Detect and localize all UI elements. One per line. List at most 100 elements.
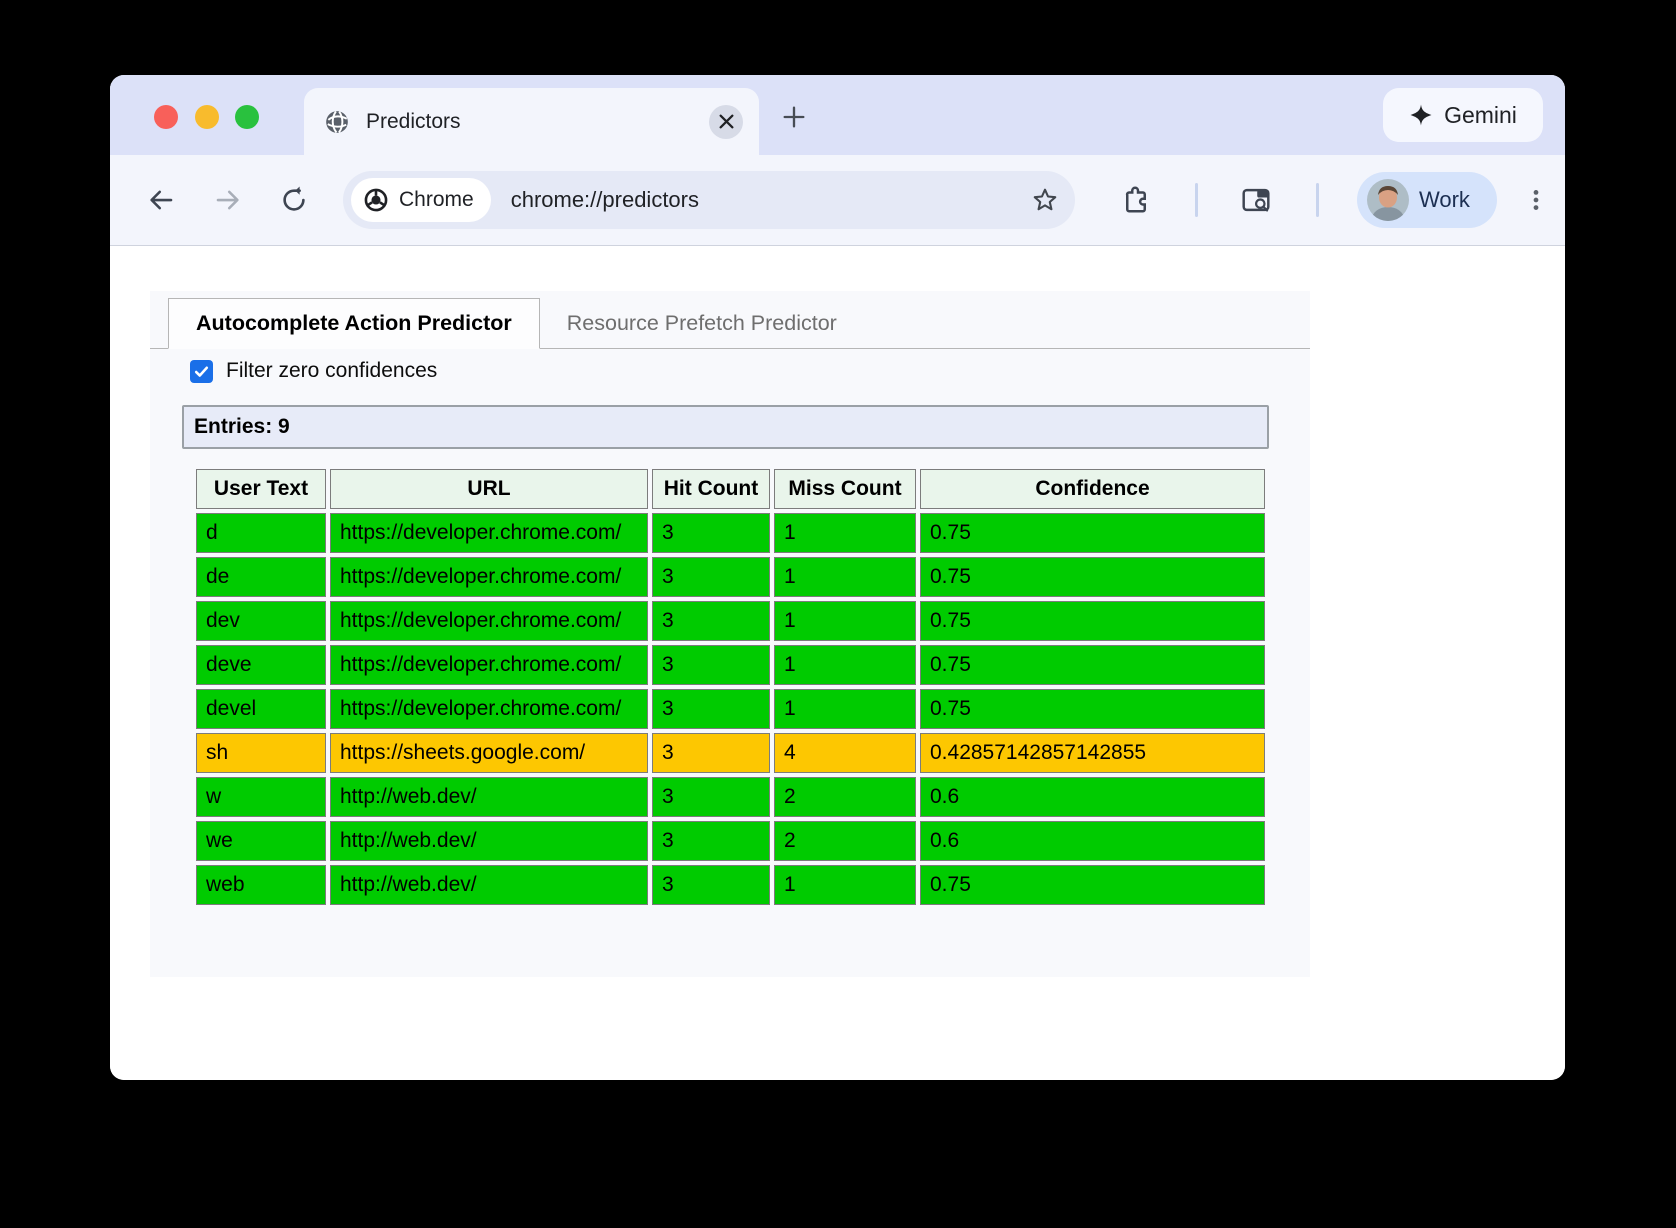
cell-user_text: devel	[196, 689, 326, 729]
cell-confidence: 0.75	[920, 557, 1265, 597]
tab-search-button[interactable]	[1240, 185, 1272, 215]
toolbar-divider	[1195, 183, 1198, 217]
new-tab-button[interactable]	[778, 101, 810, 133]
reload-button[interactable]	[277, 185, 311, 215]
cell-miss: 1	[774, 557, 916, 597]
cell-hit: 3	[652, 689, 770, 729]
cell-hit: 3	[652, 865, 770, 905]
extensions-puzzle-icon	[1121, 185, 1151, 215]
reload-icon	[279, 185, 309, 215]
cell-url: http://web.dev/	[330, 777, 648, 817]
filter-zero-confidences-checkbox[interactable]	[190, 360, 213, 383]
gemini-button[interactable]: Gemini	[1383, 88, 1543, 142]
avatar	[1367, 179, 1409, 221]
cell-user_text: w	[196, 777, 326, 817]
column-header: Hit Count	[652, 469, 770, 509]
cell-confidence: 0.75	[920, 645, 1265, 685]
tab-title: Predictors	[366, 110, 709, 134]
cell-hit: 3	[652, 557, 770, 597]
tab-strip: Predictors Gemini	[110, 75, 1565, 155]
page-content: Autocomplete Action Predictor Resource P…	[110, 246, 1565, 1080]
cell-miss: 1	[774, 513, 916, 553]
cell-confidence: 0.6	[920, 821, 1265, 861]
table-row: wehttp://web.dev/320.6	[196, 821, 1265, 861]
predictor-table: User TextURLHit CountMiss CountConfidenc…	[192, 465, 1269, 909]
filter-row: Filter zero confidences	[190, 359, 1310, 383]
plus-icon	[780, 103, 808, 131]
cell-miss: 2	[774, 777, 916, 817]
cell-miss: 1	[774, 865, 916, 905]
tab-resource-prefetch-predictor[interactable]: Resource Prefetch Predictor	[540, 299, 864, 348]
cell-miss: 4	[774, 733, 916, 773]
cell-confidence: 0.75	[920, 865, 1265, 905]
cell-hit: 3	[652, 645, 770, 685]
profile-label: Work	[1419, 187, 1470, 213]
cell-url: https://developer.chrome.com/	[330, 645, 648, 685]
url-text[interactable]: chrome://predictors	[511, 187, 1031, 213]
bookmark-button[interactable]	[1031, 186, 1059, 214]
cell-miss: 1	[774, 689, 916, 729]
column-header: User Text	[196, 469, 326, 509]
cell-user_text: dev	[196, 601, 326, 641]
cell-hit: 3	[652, 821, 770, 861]
table-header-row: User TextURLHit CountMiss CountConfidenc…	[196, 469, 1265, 509]
cell-url: https://developer.chrome.com/	[330, 689, 648, 729]
back-button[interactable]	[144, 185, 178, 215]
cell-url: http://web.dev/	[330, 821, 648, 861]
cell-url: https://developer.chrome.com/	[330, 601, 648, 641]
chrome-logo-icon	[363, 187, 389, 213]
kebab-menu-icon	[1523, 186, 1549, 214]
cell-hit: 3	[652, 513, 770, 553]
cell-url: https://developer.chrome.com/	[330, 557, 648, 597]
close-tab-button[interactable]	[709, 105, 743, 139]
predictor-tab-bar: Autocomplete Action Predictor Resource P…	[150, 291, 1310, 349]
site-chip-label: Chrome	[399, 188, 474, 212]
site-chip[interactable]: Chrome	[351, 178, 491, 222]
cell-url: http://web.dev/	[330, 865, 648, 905]
column-header: URL	[330, 469, 648, 509]
minimize-window-button[interactable]	[195, 105, 219, 129]
cell-user_text: d	[196, 513, 326, 553]
table-row: webhttp://web.dev/310.75	[196, 865, 1265, 905]
tab-autocomplete-action-predictor[interactable]: Autocomplete Action Predictor	[168, 298, 540, 349]
filter-label[interactable]: Filter zero confidences	[226, 359, 437, 383]
cell-hit: 3	[652, 777, 770, 817]
predictor-table-body: dhttps://developer.chrome.com/310.75deht…	[196, 513, 1265, 905]
cell-user_text: sh	[196, 733, 326, 773]
maximize-window-button[interactable]	[235, 105, 259, 129]
cell-hit: 3	[652, 601, 770, 641]
table-row: dhttps://developer.chrome.com/310.75	[196, 513, 1265, 553]
toolbar-divider	[1316, 183, 1319, 217]
address-bar[interactable]: Chrome chrome://predictors	[343, 171, 1075, 229]
profile-button[interactable]: Work	[1357, 172, 1497, 228]
column-header: Miss Count	[774, 469, 916, 509]
sparkle-icon	[1409, 103, 1433, 127]
close-icon	[718, 113, 735, 130]
cell-miss: 1	[774, 601, 916, 641]
cell-confidence: 0.6	[920, 777, 1265, 817]
table-row: devehttps://developer.chrome.com/310.75	[196, 645, 1265, 685]
globe-favicon-icon	[324, 109, 350, 135]
cell-url: https://developer.chrome.com/	[330, 513, 648, 553]
predictors-panel: Autocomplete Action Predictor Resource P…	[150, 291, 1310, 977]
cell-user_text: we	[196, 821, 326, 861]
tab-search-icon	[1240, 185, 1272, 215]
close-window-button[interactable]	[154, 105, 178, 129]
cell-user_text: deve	[196, 645, 326, 685]
column-header: Confidence	[920, 469, 1265, 509]
table-row: shhttps://sheets.google.com/340.42857142…	[196, 733, 1265, 773]
cell-hit: 3	[652, 733, 770, 773]
entries-count: Entries: 9	[182, 405, 1269, 449]
extensions-button[interactable]	[1121, 185, 1151, 215]
navigation-bar: Chrome chrome://predictors	[110, 155, 1565, 246]
cell-miss: 2	[774, 821, 916, 861]
table-row: whttp://web.dev/320.6	[196, 777, 1265, 817]
forward-button[interactable]	[211, 185, 245, 215]
cell-confidence: 0.75	[920, 689, 1265, 729]
browser-menu-button[interactable]	[1523, 186, 1549, 214]
cell-miss: 1	[774, 645, 916, 685]
table-row: devhttps://developer.chrome.com/310.75	[196, 601, 1265, 641]
browser-tab-predictors[interactable]: Predictors	[304, 88, 759, 155]
table-row: develhttps://developer.chrome.com/310.75	[196, 689, 1265, 729]
cell-confidence: 0.75	[920, 601, 1265, 641]
